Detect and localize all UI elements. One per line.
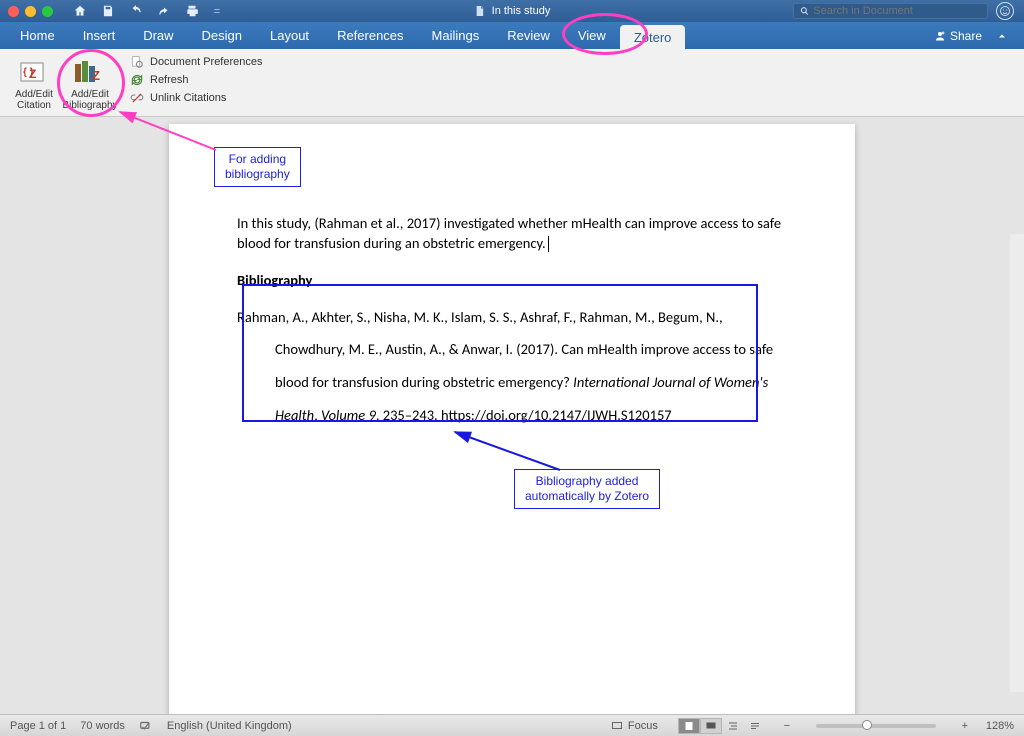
redo-icon[interactable] [157,4,171,18]
text-cursor [548,236,549,252]
share-icon [934,30,946,42]
status-bar: Page 1 of 1 70 words English (United Kin… [0,714,1024,736]
ribbon-tabs: Home Insert Draw Design Layout Reference… [0,22,1024,49]
feedback-button[interactable] [996,2,1014,20]
word-count[interactable]: 70 words [80,720,125,732]
svg-text:Z: Z [92,68,100,83]
document-body[interactable]: In this study, (Rahman et al., 2017) inv… [237,214,787,431]
save-icon[interactable] [101,4,115,18]
citation-icon: { } Z [17,57,51,87]
document-title: In this study [474,5,551,17]
unlink-icon [130,91,144,105]
qat-customize-icon[interactable] [213,4,221,18]
search-input[interactable] [813,5,981,17]
language-indicator[interactable]: English (United Kingdom) [167,720,292,732]
tab-view[interactable]: View [564,22,620,49]
refresh-button[interactable]: Refresh [130,73,263,87]
bibliography-entry[interactable]: Rahman, A., Akhter, S., Nisha, M. K., Is… [237,301,787,432]
quick-access-toolbar [73,4,221,18]
undo-icon[interactable] [129,4,143,18]
zoom-level[interactable]: 128% [986,720,1014,732]
tab-review[interactable]: Review [493,22,564,49]
tab-zotero[interactable]: Zotero [620,25,686,49]
bibliography-heading[interactable]: Bibliography [237,271,787,291]
tab-mailings[interactable]: Mailings [418,22,494,49]
draft-view-button[interactable] [744,718,766,734]
focus-mode-button[interactable]: Focus [610,720,658,732]
close-window-button[interactable] [8,6,19,17]
share-label: Share [950,29,982,43]
spellcheck-icon[interactable] [139,719,153,733]
bibliography-icon: Z [72,56,108,88]
document-title-text: In this study [492,5,551,17]
paragraph-1[interactable]: In this study, (Rahman et al., 2017) inv… [237,214,787,253]
search-icon [800,6,809,16]
word-window: In this study Home Insert Draw Design La… [0,0,1024,736]
ribbon-small-commands: Document Preferences Refresh Unlink Cita… [130,53,263,105]
zoom-slider[interactable] [816,724,936,728]
vertical-scrollbar[interactable] [1010,234,1024,692]
ribbon-content: { } Z Add/EditCitation Z Add/EditBibliog… [0,49,1024,117]
page-indicator[interactable]: Page 1 of 1 [10,720,66,732]
zoom-slider-knob[interactable] [862,720,872,730]
share-button[interactable]: Share [934,29,982,43]
window-controls [8,6,53,17]
document-preferences-button[interactable]: Document Preferences [130,55,263,69]
unlink-citations-button[interactable]: Unlink Citations [130,91,263,105]
document-page[interactable]: In this study, (Rahman et al., 2017) inv… [169,124,855,714]
zoom-window-button[interactable] [42,6,53,17]
document-workspace[interactable]: In this study, (Rahman et al., 2017) inv… [0,117,1024,714]
collapse-ribbon-icon[interactable] [996,30,1008,42]
print-icon[interactable] [185,4,199,18]
share-area: Share [934,22,1018,49]
svg-text:Z: Z [29,67,36,81]
print-layout-view-button[interactable] [678,718,700,734]
add-edit-bibliography-button[interactable]: Z Add/EditBibliography [62,53,118,111]
home-icon[interactable] [73,4,87,18]
zoom-out-button[interactable]: − [780,720,794,732]
tab-home[interactable]: Home [6,22,69,49]
tab-layout[interactable]: Layout [256,22,323,49]
focus-icon [610,720,624,732]
refresh-icon [130,73,144,87]
search-box[interactable] [793,3,988,19]
zoom-in-button[interactable]: + [958,720,972,732]
tab-draw[interactable]: Draw [129,22,187,49]
titlebar: In this study [0,0,1024,22]
smiley-icon [999,5,1011,17]
outline-view-button[interactable] [722,718,744,734]
view-switcher [678,718,766,734]
document-icon [474,5,486,17]
web-layout-view-button[interactable] [700,718,722,734]
tab-references[interactable]: References [323,22,417,49]
tab-design[interactable]: Design [188,22,256,49]
prefs-icon [130,55,144,69]
add-edit-citation-button[interactable]: { } Z Add/EditCitation [6,53,62,111]
tab-insert[interactable]: Insert [69,22,130,49]
minimize-window-button[interactable] [25,6,36,17]
